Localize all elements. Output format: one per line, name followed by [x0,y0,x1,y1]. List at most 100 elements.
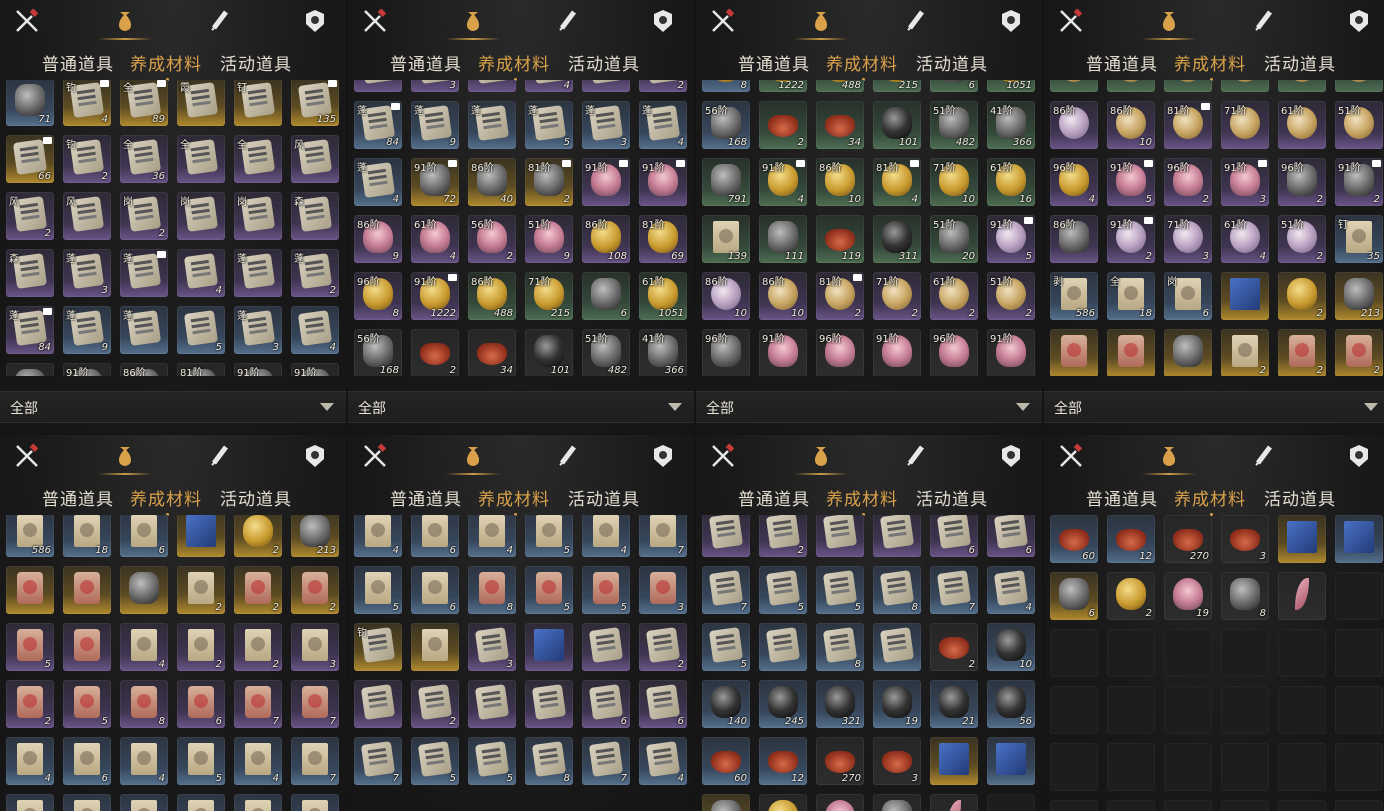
item-slot[interactable]: 2 [1107,572,1155,620]
crossed-swords-icon[interactable] [710,443,736,469]
item-slot[interactable]: 7 [234,680,282,728]
item-slot[interactable] [468,80,516,92]
item-slot[interactable]: 96阶 [816,329,864,376]
item-slot[interactable] [63,566,111,614]
tab-common-items[interactable]: 普通道具 [390,485,462,510]
shield-badge-icon[interactable] [650,8,676,34]
item-slot[interactable]: 19 [1164,572,1212,620]
item-slot[interactable]: 41阶 366 [987,101,1035,149]
item-slot[interactable]: 岗 [177,192,225,240]
item-slot[interactable]: 19 [873,680,921,728]
item-slot[interactable]: 5 [468,737,516,785]
item-slot[interactable] [234,794,282,811]
tab-event-items[interactable]: 活动道具 [1264,50,1336,75]
tab-common-items[interactable]: 普通道具 [738,485,810,510]
item-slot[interactable]: 61阶 1051 [639,272,687,320]
item-slot[interactable] [930,794,978,811]
tab-event-items[interactable]: 活动道具 [916,50,988,75]
item-slot[interactable]: 60 [702,737,750,785]
item-slot[interactable] [120,794,168,811]
tab-common-items[interactable]: 普通道具 [1086,50,1158,75]
item-slot[interactable]: 全 18 [1107,272,1155,320]
shield-badge-icon[interactable] [998,443,1024,469]
empty-slot[interactable] [1335,572,1383,620]
empty-slot[interactable] [1278,686,1326,734]
item-slot[interactable] [759,623,807,671]
empty-slot[interactable] [1278,629,1326,677]
item-slot[interactable] [6,566,54,614]
item-slot[interactable]: 61阶 4 [1221,215,1269,263]
item-slot[interactable]: 61阶 4 [411,215,459,263]
tab-event-items[interactable]: 活动道具 [916,485,988,510]
item-slot[interactable]: 3 [291,623,339,671]
item-slot[interactable]: 6 [120,515,168,557]
item-slot[interactable]: 6 [411,515,459,557]
item-slot[interactable] [816,794,864,811]
item-slot[interactable]: 270 [816,737,864,785]
item-slot[interactable]: 71阶 2 [873,272,921,320]
item-slot[interactable]: 5 [411,737,459,785]
item-slot[interactable]: 5 [525,566,573,614]
item-slot[interactable]: 岗 [234,192,282,240]
crossed-swords-icon[interactable] [710,8,736,34]
item-slot[interactable]: 钉 [234,80,282,126]
item-slot[interactable]: 6 [639,680,687,728]
pouch-icon[interactable] [1142,443,1196,475]
item-slot[interactable]: 96阶 8 [354,272,402,320]
item-slot[interactable]: 蓬3 [63,249,111,297]
item-slot[interactable]: 7 [639,515,687,557]
item-slot[interactable] [1335,515,1383,563]
item-slot[interactable]: 2 [1221,329,1269,376]
item-slot[interactable]: 96阶 [702,329,750,376]
item-slot[interactable]: 蓬 [120,306,168,354]
item-slot[interactable]: 4 [120,623,168,671]
item-slot[interactable] [1221,272,1269,320]
crossed-swords-icon[interactable] [362,8,388,34]
item-slot[interactable]: 风 [63,192,111,240]
item-slot[interactable]: 蓬9 [63,306,111,354]
item-slot[interactable]: 71阶 3 [1164,215,1212,263]
item-slot[interactable] [411,623,459,671]
item-slot[interactable]: 5 [177,306,225,354]
item-slot[interactable]: 2 [759,515,807,557]
scroll-icon[interactable] [556,443,582,469]
item-slot[interactable]: 51阶 482 [930,101,978,149]
item-slot[interactable]: 剥 586 [1050,272,1098,320]
item-slot[interactable] [120,566,168,614]
item-slot[interactable]: 71阶 10 [930,158,978,206]
item-slot[interactable]: 81阶 2 [525,158,573,206]
item-slot[interactable]: 蓬 [468,101,516,149]
item-slot[interactable]: 5 [63,680,111,728]
item-slot[interactable]: 6 [411,566,459,614]
tab-common-items[interactable]: 普通道具 [42,485,114,510]
item-slot[interactable] [759,794,807,811]
item-slot[interactable] [816,515,864,557]
item-slot[interactable]: 91阶 [63,363,111,376]
empty-slot[interactable] [1107,686,1155,734]
item-slot[interactable]: 91阶1222 [759,80,807,92]
item-slot[interactable]: 4 [234,737,282,785]
item-slot[interactable]: 全 [234,135,282,183]
empty-slot[interactable] [1221,686,1269,734]
item-slot[interactable]: 91阶 4 [759,158,807,206]
item-slot[interactable]: 61阶 [1278,101,1326,149]
tab-event-items[interactable]: 活动道具 [568,485,640,510]
item-slot[interactable]: 2 [234,515,282,557]
item-slot[interactable]: 2 [639,623,687,671]
crossed-swords-icon[interactable] [1058,443,1084,469]
item-slot[interactable]: 岗6 [1164,272,1212,320]
crossed-swords-icon[interactable] [362,443,388,469]
item-slot[interactable]: 18 [63,515,111,557]
item-slot[interactable]: 蓬3 [234,306,282,354]
item-slot[interactable] [354,680,402,728]
item-slot[interactable]: 2 [177,623,225,671]
item-slot[interactable]: 5 [6,623,54,671]
pouch-icon[interactable] [446,443,500,475]
tab-growth-materials[interactable]: 养成材料 [1174,485,1246,516]
tab-common-items[interactable]: 普通道具 [738,50,810,75]
filter-dropdown[interactable]: 全部 [0,391,346,423]
empty-slot[interactable] [1221,743,1269,791]
item-slot[interactable]: 34 [468,329,516,376]
item-slot[interactable]: 135 [291,80,339,126]
item-slot[interactable]: 钓 [354,623,402,671]
